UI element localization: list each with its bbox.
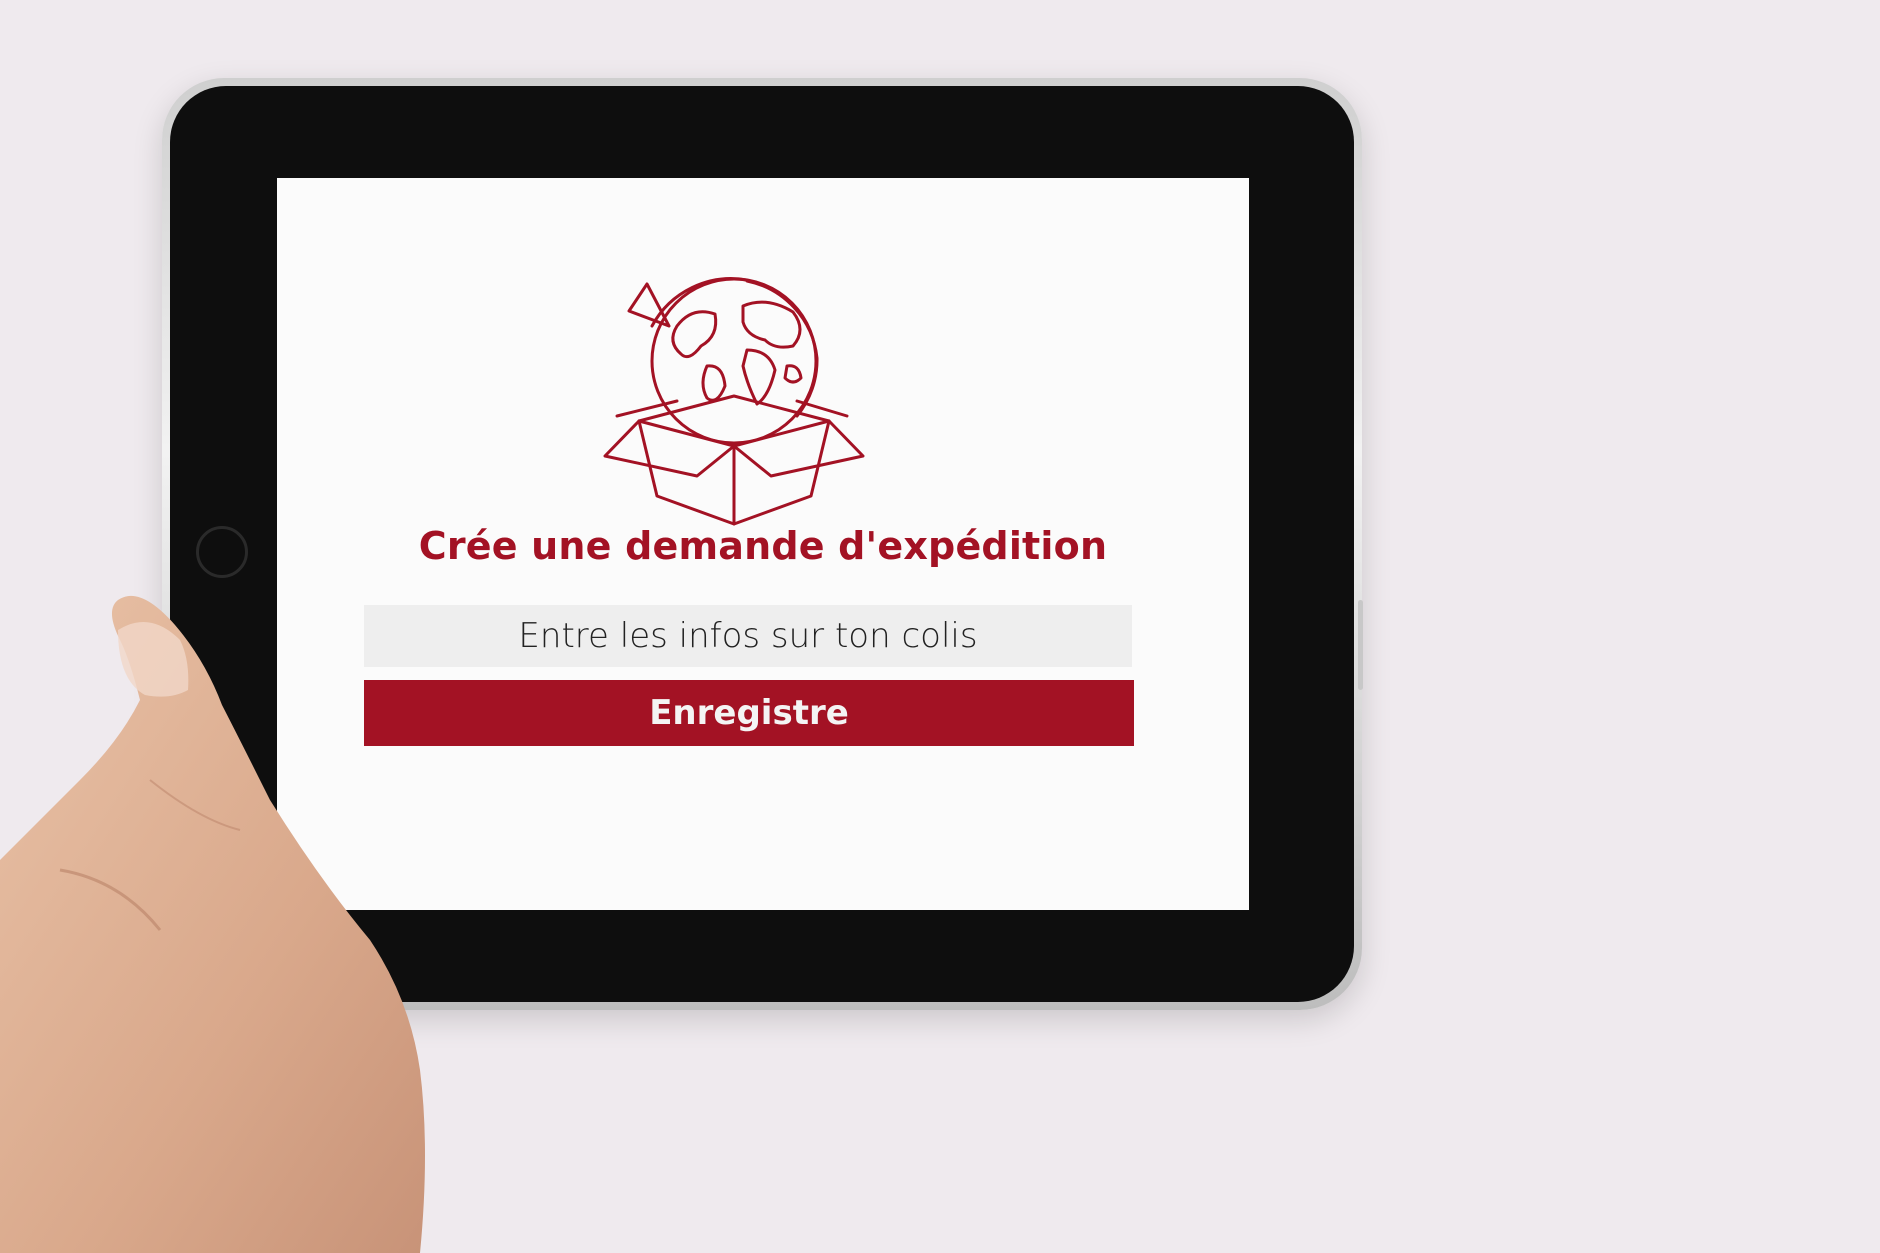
package-info-field[interactable]: Entre les infos sur ton colis	[364, 605, 1132, 667]
volume-button	[1358, 600, 1363, 690]
save-button[interactable]: Enregistre	[364, 680, 1134, 746]
home-button-icon[interactable]	[196, 526, 248, 578]
globe-in-box-icon	[603, 277, 865, 526]
tablet-screen: Crée une demande d'expédition Entre les …	[277, 178, 1249, 910]
page-title: Crée une demande d'expédition	[418, 524, 1108, 568]
